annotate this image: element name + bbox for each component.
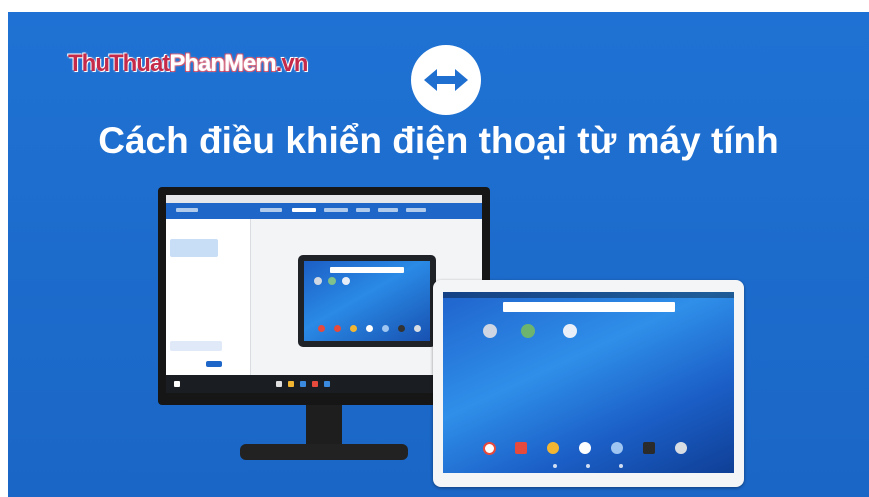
browser-titlebar	[166, 195, 482, 203]
watermark-part3: .vn	[275, 50, 309, 77]
headline: Cách điều khiển điện thoại từ máy tính	[98, 120, 779, 161]
settings-dock-icon	[675, 442, 687, 454]
tablet-icon	[433, 280, 744, 487]
teamviewer-logo-icon	[411, 45, 481, 115]
apps-icon	[563, 324, 577, 338]
tablet-screen	[443, 292, 734, 473]
app-drawer-icon	[579, 442, 591, 454]
watermark-part2: PhanMem	[169, 50, 276, 77]
gmail-icon	[515, 442, 527, 454]
search-bar	[503, 302, 675, 312]
watermark-part1: ThuThuat	[68, 50, 170, 77]
settings-icon	[483, 324, 497, 338]
camera-icon	[643, 442, 655, 454]
tablet-mirror	[298, 255, 436, 347]
watermark: ThuThuatPhanMem.vn	[68, 50, 309, 78]
monitor-stand-base	[240, 444, 408, 460]
chrome-icon	[483, 442, 496, 455]
photos-icon	[521, 324, 535, 338]
app-navbar	[166, 203, 482, 219]
banner: ThuThuatPhanMem.vn Cách điều khiển điện …	[8, 12, 869, 497]
photos-dock-icon	[547, 442, 559, 454]
chat-panel	[166, 219, 251, 375]
messages-icon	[611, 442, 623, 454]
